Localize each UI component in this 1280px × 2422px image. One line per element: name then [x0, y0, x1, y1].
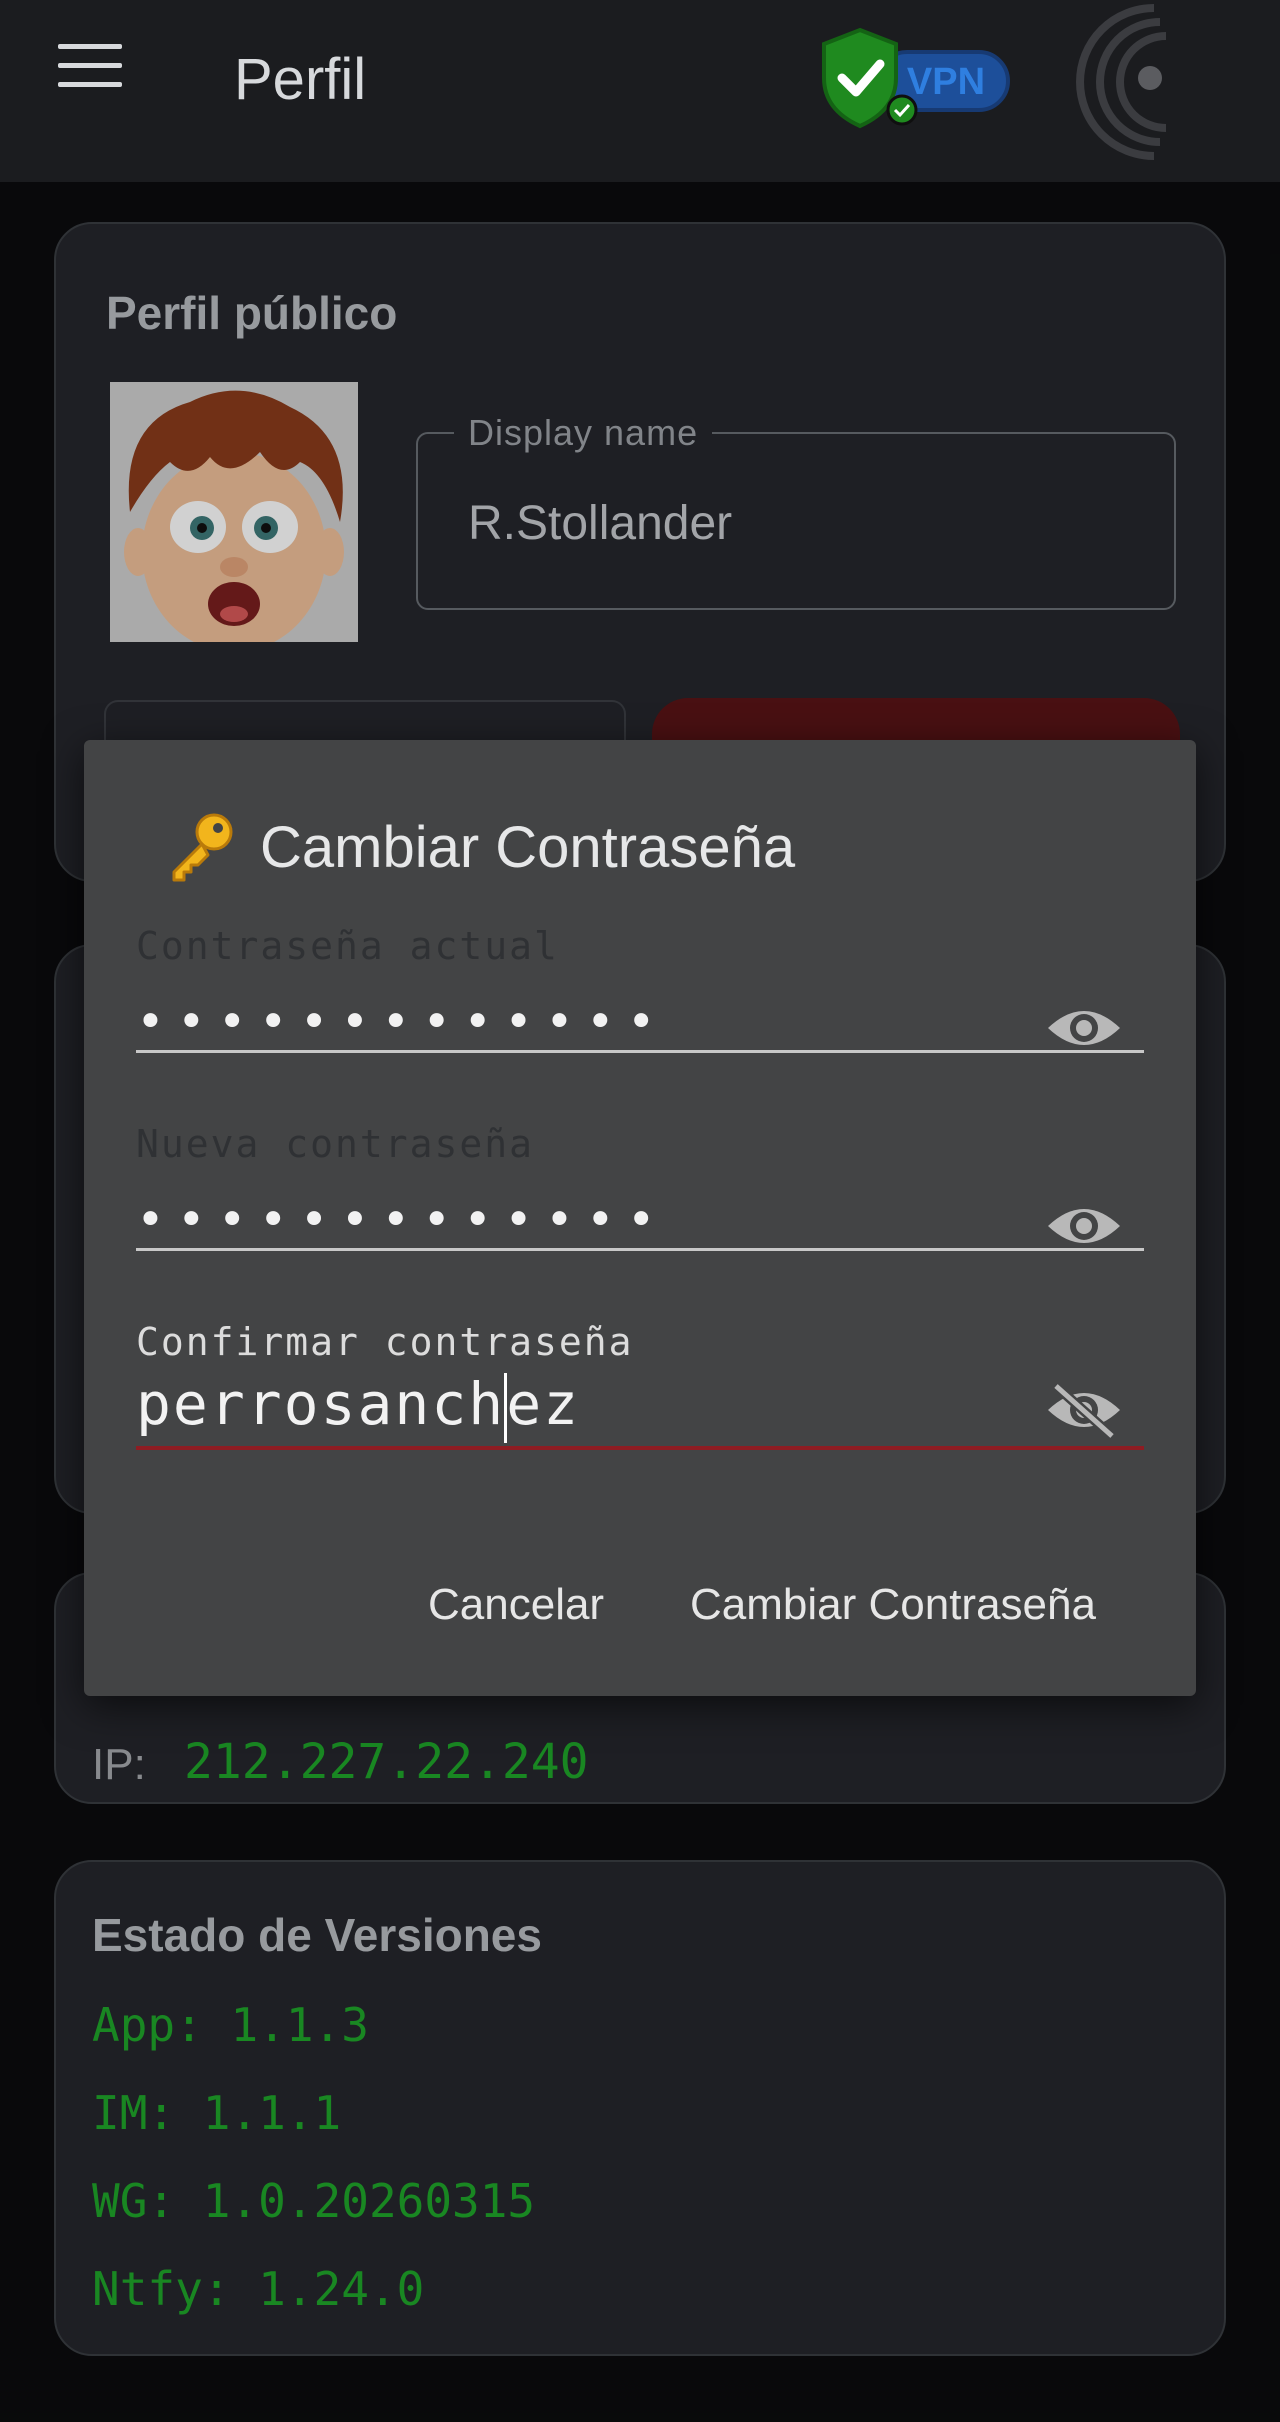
new-password-value: •••••••••••••	[136, 1192, 668, 1248]
show-password-icon[interactable]	[1044, 1198, 1124, 1254]
app-bar: Perfil VPN	[0, 0, 1280, 182]
change-password-dialog: Cambiar Contraseña Contraseña actual •••…	[84, 740, 1196, 1696]
current-password-underline	[136, 1050, 1144, 1053]
key-icon	[172, 813, 233, 882]
current-password-value: •••••••••••••	[136, 994, 668, 1050]
confirm-password-value: perrosanchez	[136, 1370, 580, 1443]
show-password-icon[interactable]	[1044, 1000, 1124, 1056]
cancel-button[interactable]: Cancelar	[428, 1580, 604, 1630]
dialog-title-text: Cambiar Contraseña	[260, 814, 796, 880]
new-password-underline	[136, 1248, 1144, 1251]
page-title: Perfil	[234, 47, 367, 112]
confirm-password-label: Confirmar contraseña	[136, 1320, 634, 1364]
current-password-field[interactable]: Contraseña actual •••••••••••••	[136, 924, 1144, 1054]
hide-password-icon[interactable]	[1044, 1382, 1124, 1438]
confirm-password-text-after: ez	[506, 1370, 581, 1438]
change-password-button[interactable]: Cambiar Contraseña	[690, 1580, 1096, 1630]
vpn-label: VPN	[907, 61, 985, 103]
confirm-password-text-before: perrosanch	[136, 1370, 506, 1438]
confirm-password-underline	[136, 1446, 1144, 1450]
vpn-status-icon[interactable]: VPN	[818, 26, 1014, 130]
dialog-title: Cambiar Contraseña	[164, 810, 795, 884]
new-password-label: Nueva contraseña	[136, 1122, 535, 1166]
new-password-field[interactable]: Nueva contraseña •••••••••••••	[136, 1122, 1144, 1252]
app-logo-icon	[1076, 4, 1167, 160]
current-password-label: Contraseña actual	[136, 924, 559, 968]
menu-icon[interactable]	[58, 44, 122, 92]
confirm-password-field[interactable]: Confirmar contraseña perrosanchez	[136, 1320, 1144, 1450]
